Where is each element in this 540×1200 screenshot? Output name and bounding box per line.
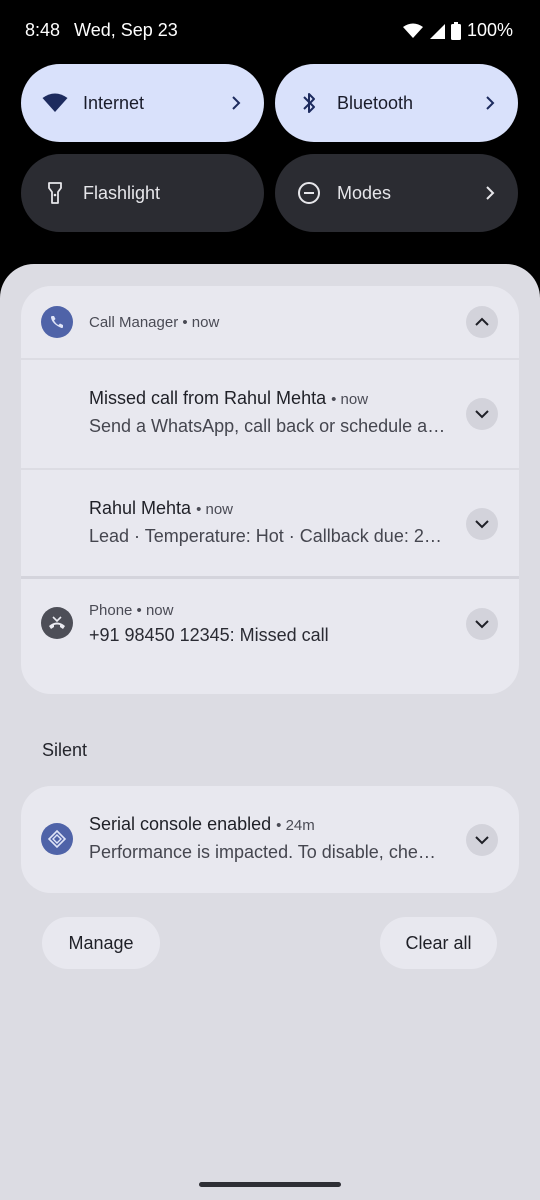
battery-percent: 100% — [466, 20, 513, 40]
tile-bluetooth-label: Bluetooth — [337, 92, 414, 113]
chevron-right-icon — [482, 95, 498, 111]
home-gesture-bar[interactable] — [199, 1182, 341, 1187]
notification-title-line: Missed call from Rahul Mehta • now — [89, 388, 368, 409]
system-diamond-icon — [41, 823, 73, 855]
call-manager-group-header[interactable]: Call Manager • now — [21, 286, 519, 358]
app-name: Phone — [89, 602, 133, 619]
expand-button[interactable] — [466, 824, 498, 856]
tile-flashlight-label: Flashlight — [83, 182, 161, 203]
notification-title-line: Rahul Mehta • now — [89, 498, 233, 519]
phone-icon — [41, 306, 73, 338]
chevron-right-icon — [482, 185, 498, 201]
notification-body: +91 98450 12345: Missed call — [89, 625, 329, 645]
signal-icon — [429, 23, 445, 39]
wifi-icon — [41, 89, 69, 117]
clock: 8:48 — [25, 20, 61, 40]
timestamp: • now — [136, 602, 174, 619]
tile-modes[interactable]: Modes — [275, 154, 518, 232]
silent-section-label: Silent — [42, 740, 88, 760]
collapse-group-button[interactable] — [466, 306, 498, 338]
battery-icon — [450, 21, 461, 40]
notification-title: Missed call from Rahul Mehta — [89, 388, 327, 408]
modes-icon — [295, 179, 323, 207]
tile-internet[interactable]: Internet — [21, 64, 264, 142]
notification-missed-call[interactable]: Missed call from Rahul Mehta • now Send … — [21, 360, 519, 468]
manage-button[interactable]: Manage — [42, 917, 160, 969]
expand-button[interactable] — [466, 608, 498, 640]
flashlight-icon — [41, 179, 69, 207]
missed-call-icon — [41, 607, 73, 639]
tile-flashlight[interactable]: Flashlight — [21, 154, 264, 232]
timestamp: • now — [182, 314, 220, 331]
notification-body: Send a WhatsApp, call back or schedule a… — [89, 416, 446, 436]
tile-modes-label: Modes — [337, 182, 392, 203]
notification-phone[interactable]: Phone • now +91 98450 12345: Missed call — [21, 579, 519, 694]
timestamp: • now — [331, 391, 369, 408]
wifi-status-icon — [402, 23, 423, 39]
expand-button[interactable] — [466, 398, 498, 430]
tile-bluetooth[interactable]: Bluetooth — [275, 64, 518, 142]
notification-serial-console[interactable]: Serial console enabled • 24m Performance… — [21, 786, 519, 893]
notification-lead[interactable]: Rahul Mehta • now Lead · Temperature: Ho… — [21, 470, 519, 576]
timestamp: • now — [196, 501, 234, 518]
chevron-right-icon — [228, 95, 244, 111]
notification-body: Lead · Temperature: Hot · Callback due: … — [89, 526, 442, 546]
expand-button[interactable] — [466, 508, 498, 540]
bluetooth-icon — [295, 89, 323, 117]
notification-body: Performance is impacted. To disable, che… — [89, 842, 436, 862]
notification-title: Rahul Mehta — [89, 498, 192, 518]
clear-all-button[interactable]: Clear all — [380, 917, 497, 969]
phone-app-name-line: Phone • now — [89, 602, 173, 619]
date: Wed, Sep 23 — [74, 20, 178, 40]
group-app-name-line: Call Manager • now — [89, 314, 219, 331]
notification-group-card: Call Manager • now Missed call from Rahu… — [21, 286, 519, 694]
notification-title: Serial console enabled — [89, 814, 272, 834]
timestamp: • 24m — [276, 817, 315, 834]
app-name: Call Manager — [89, 314, 179, 331]
tile-internet-label: Internet — [83, 92, 145, 113]
status-bar: 8:48 Wed, Sep 23 100% — [0, 0, 540, 64]
notification-title-line: Serial console enabled • 24m — [89, 814, 315, 835]
